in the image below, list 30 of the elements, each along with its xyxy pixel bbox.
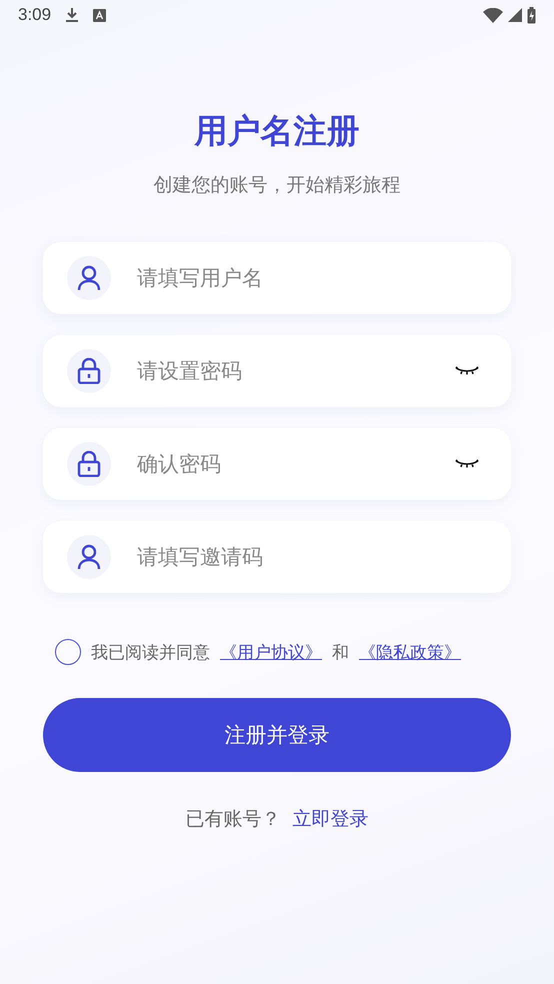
agreement-text: 我已阅读并同意 [91,642,210,664]
lock-icon [77,451,101,477]
input-card[interactable]: 请填写用户名 [43,242,511,314]
font-icon [93,8,106,22]
privacy-policy-link[interactable]: 《隐私政策》 [359,640,461,664]
user-icon [77,265,101,291]
login-prompt: 已有账号？ [186,807,280,832]
login-link[interactable]: 立即登录 [292,806,368,832]
battery-icon [527,6,536,24]
user-icon [77,544,101,570]
agree-checkbox[interactable] [55,639,81,665]
lock-icon [77,358,101,384]
input-field[interactable]: 请填写用户名 [135,265,487,291]
input-card[interactable]: 确认密码 [43,428,511,500]
input-field[interactable]: 请设置密码 [135,358,431,384]
input-card[interactable]: 请设置密码 [43,335,511,407]
input-field[interactable]: 确认密码 [135,451,431,477]
download-icon [65,7,80,23]
agreement-joiner: 和 [332,642,349,664]
input-field[interactable]: 请填写邀请码 [135,544,487,570]
eye-closed-icon[interactable] [455,459,479,469]
user-agreement-link[interactable]: 《用户协议》 [220,640,322,664]
signal-icon [508,8,522,22]
status-time: 3:09 [18,5,52,25]
input-card[interactable]: 请填写邀请码 [43,521,511,593]
page-title: 用户名注册 [193,110,360,152]
page-subtitle: 创建您的账号，开始精彩旅程 [152,173,402,198]
eye-closed-icon[interactable] [455,366,479,376]
wifi-icon [483,8,503,22]
register-button[interactable]: 注册并登录 [43,698,511,772]
